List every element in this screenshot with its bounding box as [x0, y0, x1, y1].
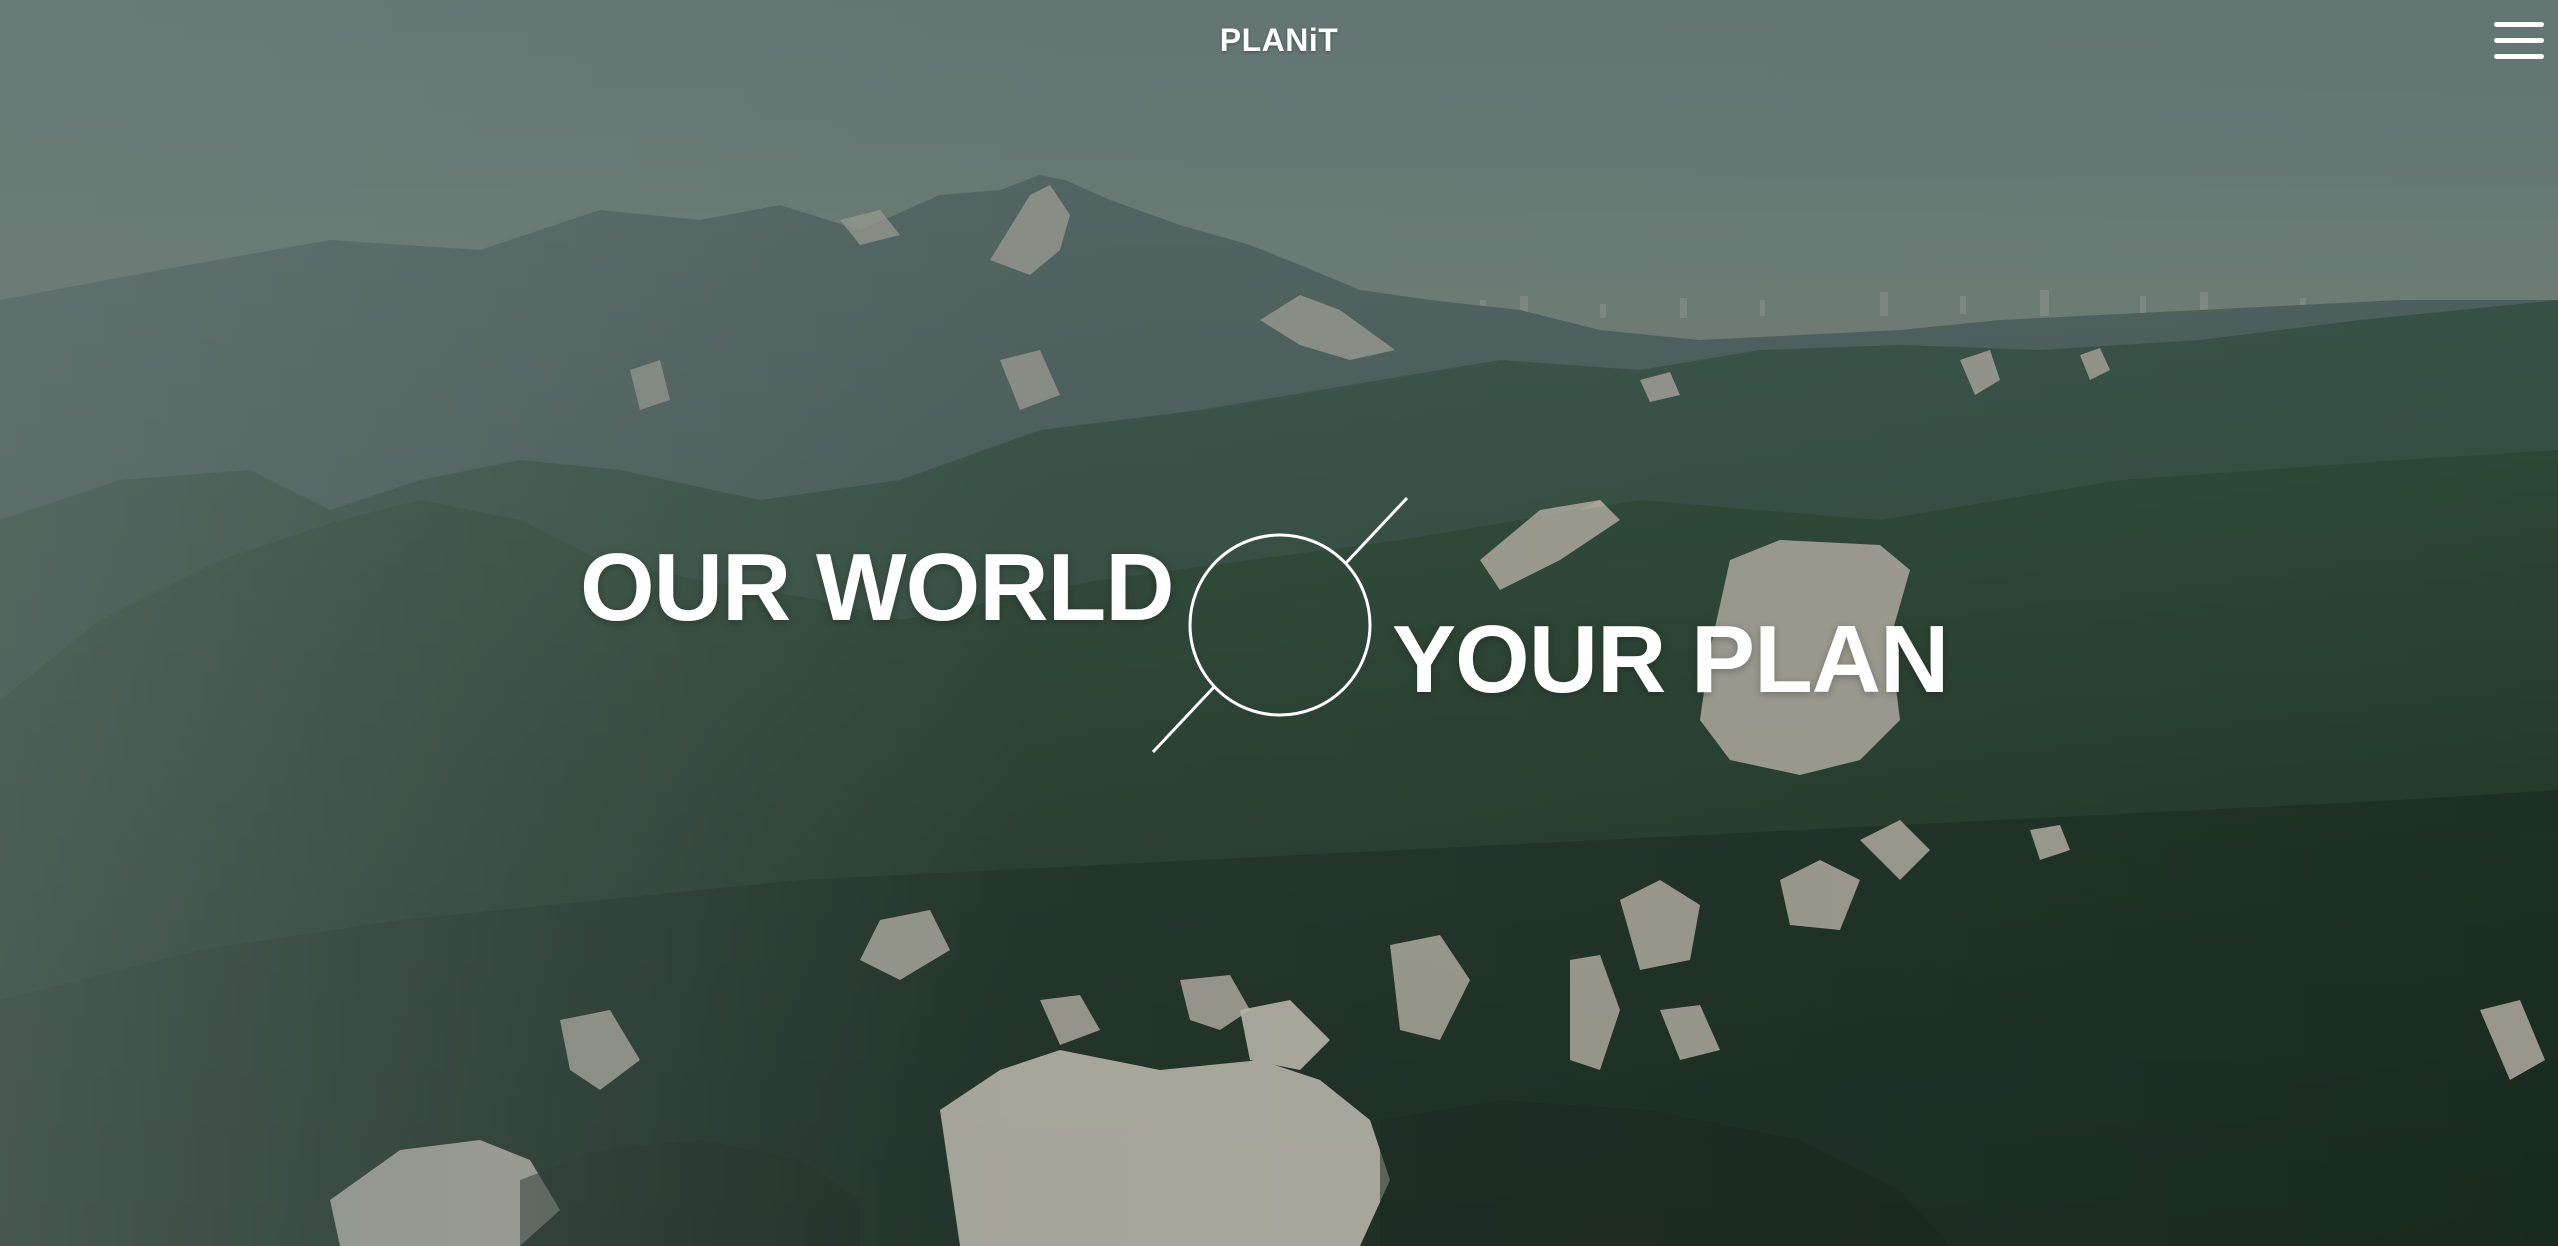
headline-our-world: OUR WORLD [580, 534, 1175, 641]
site-logo[interactable]: PLANiT [0, 22, 2558, 59]
circle-slash-emblem-icon [1151, 496, 1409, 754]
headline-your-plan: YOUR PLAN [1392, 606, 1949, 713]
hamburger-menu-icon[interactable] [2492, 18, 2546, 66]
hero-section: PLANiT OUR WORLD YOUR PLAN [0, 0, 2558, 1246]
menu-bar-middle [2494, 38, 2544, 43]
menu-bar-top [2494, 22, 2544, 27]
menu-bar-bottom [2494, 54, 2544, 59]
